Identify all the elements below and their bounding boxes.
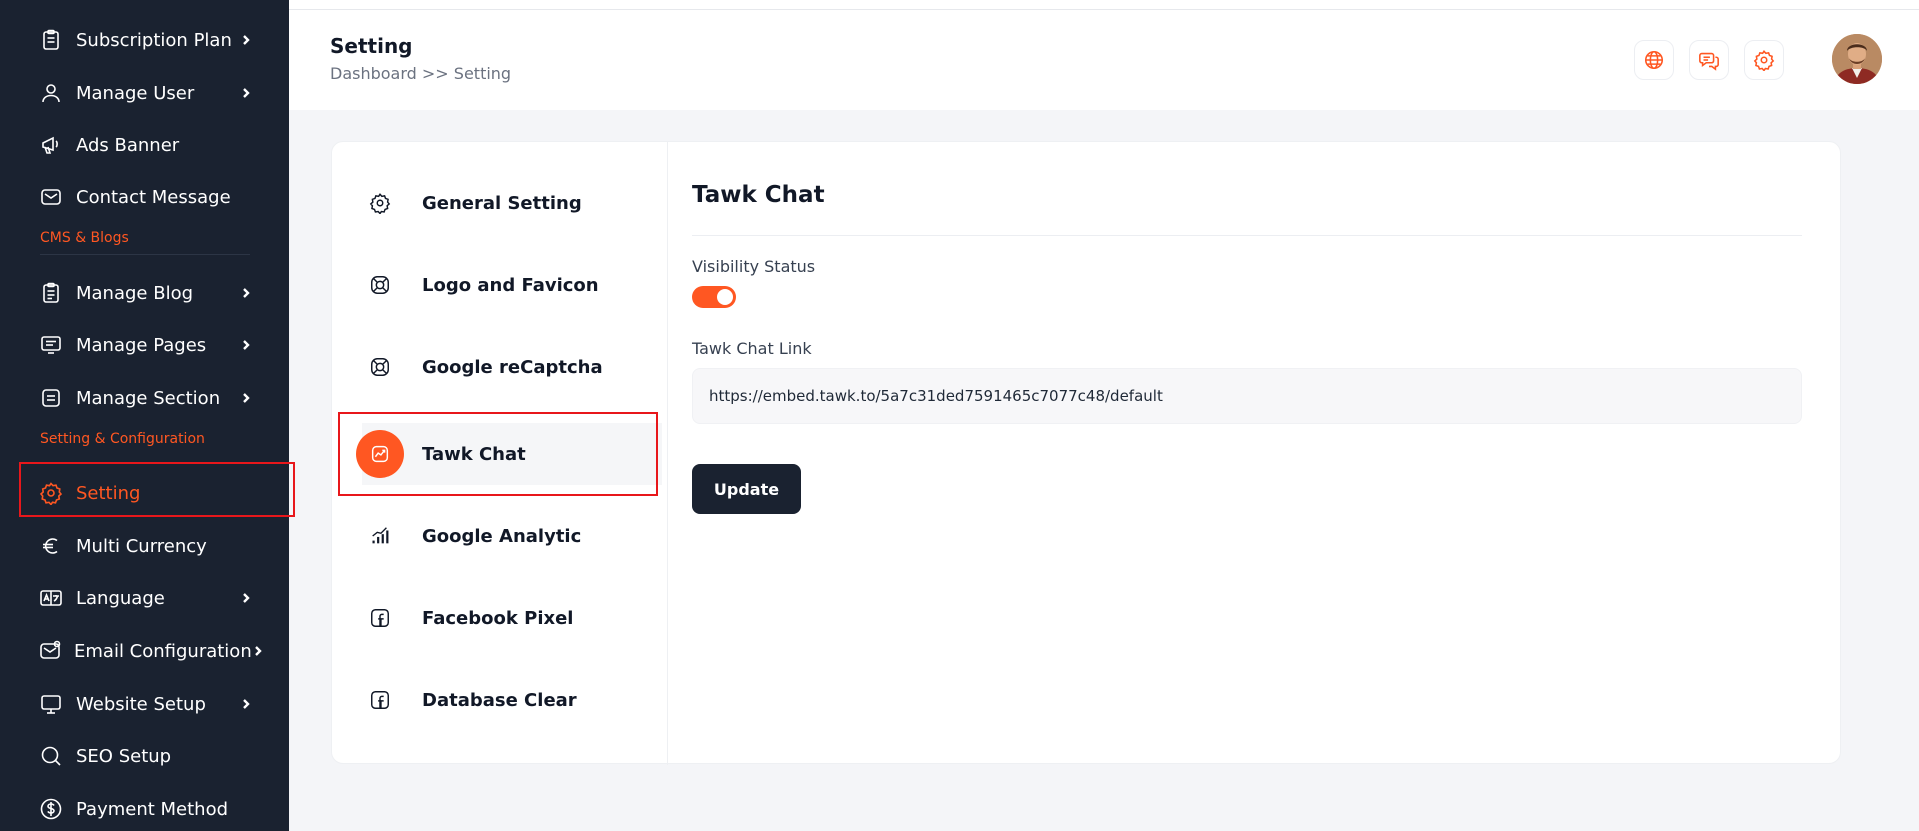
chevron-right-icon bbox=[239, 591, 253, 605]
tab-label: General Setting bbox=[422, 192, 582, 214]
tab-label: Facebook Pixel bbox=[422, 607, 574, 629]
chevron-right-icon bbox=[239, 286, 253, 300]
sidebar-item-website-setup[interactable]: Website Setup bbox=[38, 684, 253, 724]
tawk-chat-link-input[interactable] bbox=[692, 368, 1802, 424]
visibility-status-label: Visibility Status bbox=[692, 257, 816, 276]
chevron-right-icon bbox=[239, 86, 253, 100]
settings-tabs: General Setting Logo and Favicon Google … bbox=[332, 142, 668, 765]
messages-button[interactable] bbox=[1689, 40, 1729, 80]
tab-label: Google Analytic bbox=[422, 525, 582, 547]
panel-title: Tawk Chat bbox=[692, 182, 825, 208]
mail-config-icon bbox=[38, 638, 62, 664]
divider bbox=[692, 235, 1802, 236]
chevron-right-icon bbox=[239, 391, 253, 405]
mail-icon bbox=[38, 184, 64, 210]
sidebar-item-label: Manage Section bbox=[76, 387, 221, 409]
sidebar-item-label: Website Setup bbox=[76, 693, 206, 715]
sidebar-item-manage-pages[interactable]: Manage Pages bbox=[38, 325, 253, 365]
tab-google-recaptcha[interactable]: Google reCaptcha bbox=[362, 336, 662, 398]
monitor-icon bbox=[38, 691, 64, 717]
tab-facebook-pixel[interactable]: Facebook Pixel bbox=[362, 587, 662, 649]
sidebar-item-language[interactable]: Language bbox=[38, 578, 253, 618]
gear-icon bbox=[1753, 50, 1775, 71]
tawk-chat-link-label: Tawk Chat Link bbox=[692, 339, 812, 358]
sidebar-item-manage-user[interactable]: Manage User bbox=[38, 73, 253, 113]
analytics-icon bbox=[356, 512, 404, 560]
sidebar-item-label: Multi Currency bbox=[76, 535, 207, 557]
sidebar-item-label: Subscription Plan bbox=[76, 29, 232, 51]
tab-google-analytic[interactable]: Google Analytic bbox=[362, 505, 662, 567]
section-icon bbox=[38, 385, 64, 411]
settings-card: General Setting Logo and Favicon Google … bbox=[331, 141, 1841, 765]
chevron-right-icon bbox=[239, 33, 253, 47]
search-icon bbox=[38, 743, 64, 769]
sidebar-item-label: Manage Pages bbox=[76, 334, 207, 356]
chat-icon bbox=[1699, 52, 1719, 71]
avatar[interactable] bbox=[1832, 34, 1882, 84]
language-button[interactable] bbox=[1634, 40, 1674, 80]
tab-label: Logo and Favicon bbox=[422, 274, 599, 296]
sidebar-item-label: Email Configuration bbox=[74, 640, 252, 662]
lifebuoy-icon bbox=[356, 343, 404, 391]
sidebar-item-label: SEO Setup bbox=[76, 745, 172, 767]
tab-logo-and-favicon[interactable]: Logo and Favicon bbox=[362, 254, 662, 316]
sidebar-item-label: Manage User bbox=[76, 82, 195, 104]
sidebar-item-payment-method[interactable]: Payment Method bbox=[38, 789, 253, 829]
sidebar-item-seo-setup[interactable]: SEO Setup bbox=[38, 736, 253, 776]
tab-database-clear[interactable]: Database Clear bbox=[362, 669, 662, 731]
facebook-icon bbox=[356, 676, 404, 724]
settings-button[interactable] bbox=[1744, 40, 1784, 80]
user-icon bbox=[38, 80, 64, 106]
top-header: Setting Dashboard >> Setting bbox=[289, 10, 1919, 110]
tawk-chat-panel: Tawk Chat Visibility Status Tawk Chat Li… bbox=[692, 142, 1802, 765]
sidebar-item-manage-blog[interactable]: Manage Blog bbox=[38, 273, 253, 313]
sidebar-item-label: Ads Banner bbox=[76, 134, 180, 156]
clipboard-icon bbox=[38, 27, 64, 53]
sidebar-active-highlight bbox=[19, 462, 295, 517]
sidebar-item-label: Language bbox=[76, 587, 165, 609]
gear-icon bbox=[356, 179, 404, 227]
facebook-icon bbox=[356, 594, 404, 642]
sidebar: Subscription Plan Manage User Ads Banner… bbox=[0, 0, 289, 831]
sidebar-item-contact-message[interactable]: Contact Message bbox=[38, 177, 253, 217]
sidebar-item-multi-currency[interactable]: Multi Currency bbox=[38, 526, 253, 566]
megaphone-icon bbox=[38, 132, 64, 158]
tab-label: Database Clear bbox=[422, 689, 577, 711]
globe-icon bbox=[1644, 50, 1664, 70]
section-label-cms: CMS & Blogs bbox=[40, 230, 129, 246]
sidebar-item-subscription-plan[interactable]: Subscription Plan bbox=[38, 20, 253, 60]
page-title: Setting bbox=[330, 34, 413, 58]
toggle-knob bbox=[717, 289, 733, 305]
euro-icon bbox=[38, 533, 64, 559]
lifebuoy-icon bbox=[356, 261, 404, 309]
pages-icon bbox=[38, 332, 64, 358]
sidebar-item-label: Payment Method bbox=[76, 798, 229, 820]
chevron-right-icon bbox=[239, 697, 253, 711]
sidebar-item-label: Manage Blog bbox=[76, 282, 194, 304]
sidebar-item-ads-banner[interactable]: Ads Banner bbox=[38, 125, 253, 165]
chevron-right-icon bbox=[252, 644, 264, 658]
breadcrumb: Dashboard >> Setting bbox=[330, 64, 512, 83]
section-label-config: Setting & Configuration bbox=[40, 431, 205, 447]
sidebar-item-manage-section[interactable]: Manage Section bbox=[38, 378, 253, 418]
visibility-toggle[interactable] bbox=[692, 286, 736, 308]
language-icon bbox=[38, 585, 64, 611]
tab-label: Google reCaptcha bbox=[422, 356, 603, 378]
dollar-icon bbox=[38, 796, 64, 822]
divider bbox=[40, 254, 250, 255]
blog-icon bbox=[38, 280, 64, 306]
chevron-right-icon bbox=[239, 338, 253, 352]
sidebar-item-label: Contact Message bbox=[76, 186, 231, 208]
sidebar-item-email-configuration[interactable]: Email Configuration bbox=[38, 631, 262, 671]
tab-active-highlight bbox=[338, 412, 658, 496]
tab-general-setting[interactable]: General Setting bbox=[362, 172, 662, 234]
update-button[interactable]: Update bbox=[692, 464, 801, 514]
